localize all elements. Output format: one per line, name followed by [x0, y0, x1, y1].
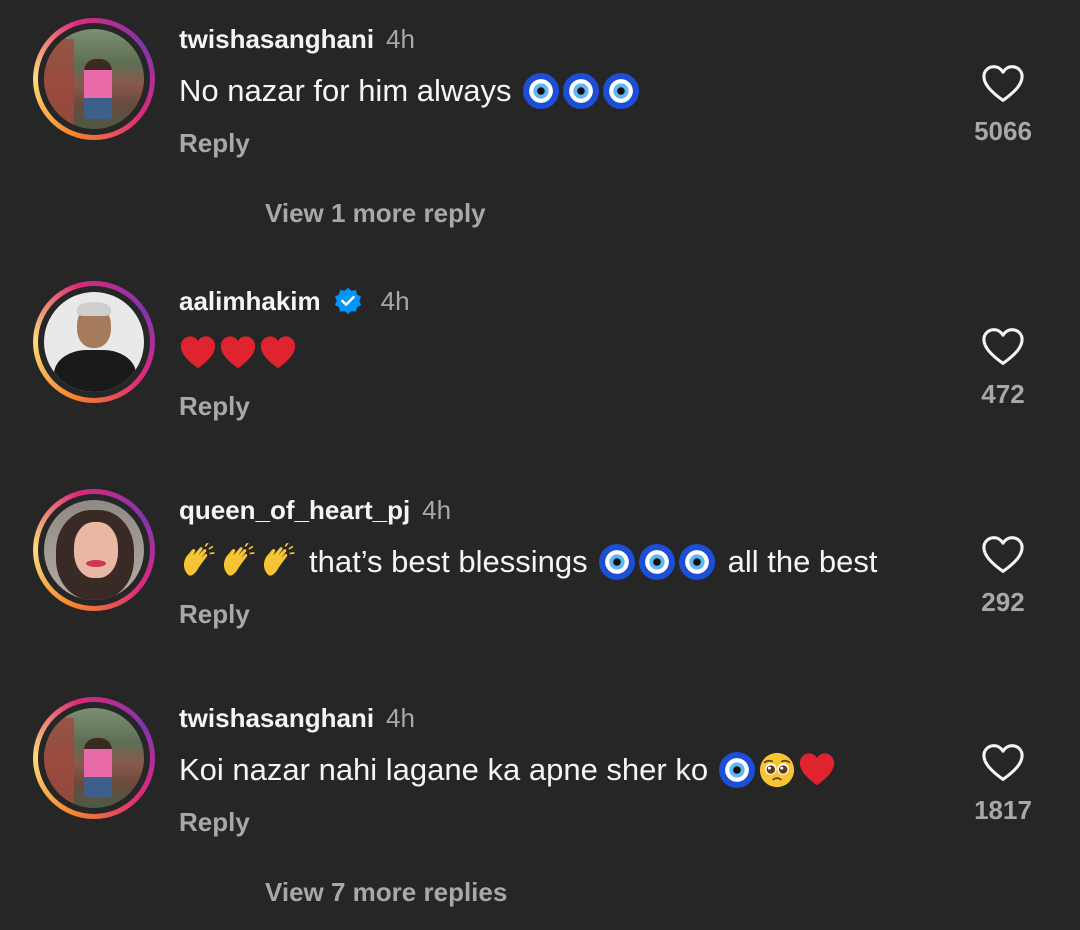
heart-outline-icon[interactable] — [981, 64, 1025, 104]
like-group: 292 — [972, 535, 1034, 618]
comment-time: 4h — [380, 286, 410, 316]
like-group: 472 — [972, 327, 1034, 410]
reply-button[interactable]: Reply — [179, 807, 250, 838]
avatar-story-ring[interactable] — [33, 281, 155, 403]
clapping-hands-emoji — [259, 543, 297, 581]
red-heart-emoji — [798, 751, 836, 789]
comment-time: 4h — [386, 24, 415, 54]
like-group: 5066 — [972, 64, 1034, 147]
comment-time: 4h — [386, 703, 415, 733]
avatar — [44, 500, 144, 600]
avatar-story-ring[interactable] — [33, 697, 155, 819]
nazar-amulet-emoji — [678, 543, 716, 581]
nazar-amulet-emoji — [598, 543, 636, 581]
avatar — [44, 708, 144, 808]
like-count: 1817 — [974, 795, 1032, 825]
view-more-replies-button[interactable]: View 7 more replies — [265, 877, 507, 908]
nazar-amulet-emoji — [638, 543, 676, 581]
comment-username[interactable]: twishasanghani — [179, 703, 374, 734]
avatar-story-ring[interactable] — [33, 489, 155, 611]
comment-username[interactable]: twishasanghani — [179, 24, 374, 55]
like-count: 5066 — [974, 116, 1032, 146]
nazar-amulet-emoji — [602, 72, 640, 110]
view-more-replies-button[interactable]: View 1 more reply — [265, 198, 486, 229]
comment-username[interactable]: aalimhakim — [179, 286, 321, 317]
avatar-story-ring[interactable] — [33, 18, 155, 140]
comment-time: 4h — [422, 495, 452, 525]
reply-button[interactable]: Reply — [179, 391, 250, 422]
comment-text — [179, 334, 299, 372]
red-heart-emoji — [219, 334, 257, 372]
avatar — [44, 29, 144, 129]
clapping-hands-emoji — [219, 543, 257, 581]
comment-text: that’s best blessings all the best — [179, 543, 878, 581]
like-group: 1817 — [972, 743, 1034, 826]
nazar-amulet-emoji — [718, 751, 756, 789]
reply-button[interactable]: Reply — [179, 599, 250, 630]
comment-username[interactable]: queen_of_heart_pj — [179, 495, 410, 526]
avatar — [44, 292, 144, 392]
verified-badge-icon — [334, 287, 361, 314]
comment-text: Koi nazar nahi lagane ka apne sher ko — [179, 751, 838, 789]
heart-outline-icon[interactable] — [981, 743, 1025, 783]
red-heart-emoji — [179, 334, 217, 372]
heart-outline-icon[interactable] — [981, 535, 1025, 575]
red-heart-emoji — [259, 334, 297, 372]
heart-outline-icon[interactable] — [981, 327, 1025, 367]
clapping-hands-emoji — [179, 543, 217, 581]
comment-text: No nazar for him always — [179, 72, 642, 110]
like-count: 472 — [981, 379, 1025, 409]
nazar-amulet-emoji — [522, 72, 560, 110]
reply-button[interactable]: Reply — [179, 128, 250, 159]
nazar-amulet-emoji — [562, 72, 600, 110]
like-count: 292 — [981, 587, 1025, 617]
pleading-face-emoji — [758, 751, 796, 789]
